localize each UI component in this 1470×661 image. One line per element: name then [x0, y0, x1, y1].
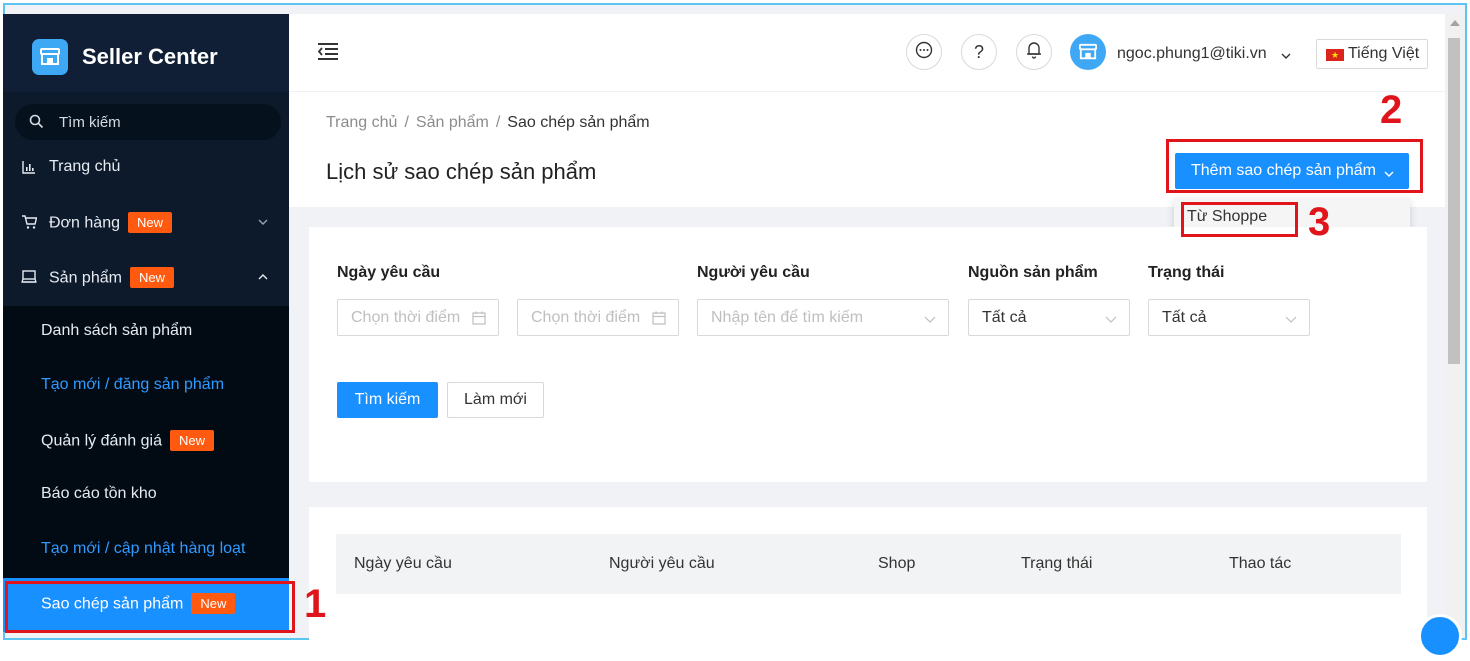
breadcrumb-current: Sao chép sản phẩm [507, 114, 650, 131]
column-header: Shop [878, 555, 916, 572]
status-value: Tất cả [1162, 309, 1207, 326]
sidebar-item-create-product[interactable]: Tạo mới / đăng sản phẩm [3, 360, 289, 414]
notification-button[interactable] [1016, 34, 1052, 70]
source-value: Tất cả [982, 309, 1027, 326]
annotation-number-2: 2 [1380, 88, 1403, 132]
cart-icon [21, 214, 38, 235]
date-to-placeholder: Chọn thời điểm [531, 309, 641, 326]
sidebar-item-label: Đơn hàng [49, 214, 120, 232]
date-from-placeholder: Chọn thời điểm [351, 309, 461, 326]
annotation-number-3: 3 [1308, 200, 1331, 244]
search-placeholder: Tìm kiếm [59, 114, 121, 131]
language-label: Tiếng Việt [1348, 45, 1420, 62]
requester-placeholder: Nhập tên để tìm kiếm [711, 309, 864, 326]
chat-icon [915, 41, 933, 64]
column-header: Ngày yêu cầu [354, 555, 452, 572]
date-to-picker[interactable]: Chọn thời điểm [517, 299, 679, 336]
new-badge: New [129, 267, 174, 288]
date-filter-label: Ngày yêu cầu [337, 264, 441, 281]
top-header: ? ngoc.phung1@tiki.vn ★ Tiếng Việt [289, 14, 1445, 92]
sidebar-item-label: Danh sách sản phẩm [41, 322, 193, 339]
history-table: Ngày yêu cầu Người yêu cầu Shop Trạng th… [309, 507, 1427, 647]
scrollbar[interactable] [1445, 14, 1465, 638]
sidebar-item-label: Trang chủ [49, 158, 121, 175]
brand-title: Seller Center [82, 44, 218, 69]
chevron-down-icon [257, 215, 269, 233]
column-header: Trạng thái [1021, 555, 1093, 572]
breadcrumb-products[interactable]: Sản phẩm [416, 114, 489, 131]
column-header: Người yêu cầu [609, 555, 715, 572]
source-filter-label: Nguồn sản phẩm [968, 264, 1098, 281]
sidebar-item-orders[interactable]: Đơn hàng New [3, 197, 289, 251]
breadcrumb-separator: / [404, 114, 409, 131]
sidebar-item-home[interactable]: Trang chủ [3, 142, 289, 196]
bar-chart-icon [21, 159, 37, 180]
sidebar-item-label: Quản lý đánh giá [41, 432, 162, 450]
new-badge: New [169, 430, 214, 451]
floating-chat-button[interactable] [1418, 614, 1462, 658]
reset-button[interactable]: Làm mới [447, 382, 544, 418]
page-title: Lịch sử sao chép sản phẩm [326, 159, 597, 184]
annotation-box-2 [1166, 139, 1423, 193]
calendar-icon [652, 311, 666, 330]
annotation-box-3 [1181, 202, 1298, 237]
sidebar-item-label: Tạo mới / cập nhật hàng loạt [41, 540, 246, 557]
status-select[interactable]: Tất cả [1148, 299, 1310, 336]
sidebar-item-inventory-report[interactable]: Báo cáo tồn kho [3, 469, 289, 523]
store-icon [32, 39, 68, 75]
annotation-box-1 [5, 581, 295, 633]
filter-panel: Ngày yêu cầu Người yêu cầu Nguồn sản phẩ… [309, 227, 1427, 482]
brand: Seller Center [3, 14, 289, 92]
date-from-picker[interactable]: Chọn thời điểm [337, 299, 499, 336]
sidebar-item-label: Tạo mới / đăng sản phẩm [41, 376, 225, 393]
user-email[interactable]: ngoc.phung1@tiki.vn [1117, 45, 1267, 63]
language-selector[interactable]: ★ Tiếng Việt [1316, 39, 1428, 69]
sidebar-search[interactable]: Tìm kiếm [15, 104, 281, 140]
sidebar-item-reviews[interactable]: Quản lý đánh giá New [3, 415, 289, 469]
chevron-down-icon [924, 311, 936, 329]
sidebar-item-label: Báo cáo tồn kho [41, 485, 157, 502]
chevron-down-icon[interactable] [1280, 48, 1292, 66]
sidebar-item-label: Sản phẩm [49, 269, 122, 287]
help-icon: ? [973, 41, 984, 62]
annotation-number-1: 1 [304, 582, 327, 626]
search-button[interactable]: Tìm kiếm [337, 382, 438, 418]
avatar[interactable] [1070, 34, 1106, 70]
breadcrumb-separator: / [495, 114, 501, 131]
calendar-icon [472, 311, 486, 330]
requester-filter-label: Người yêu cầu [697, 264, 810, 281]
chevron-down-icon [1105, 311, 1117, 329]
sidebar-item-bulk-update[interactable]: Tạo mới / cập nhật hàng loạt [3, 524, 289, 578]
column-header: Thao tác [1229, 555, 1292, 572]
chat-button[interactable] [906, 34, 942, 70]
menu-collapse-icon[interactable] [317, 42, 339, 65]
scroll-thumb[interactable] [1448, 38, 1460, 364]
sidebar-item-products[interactable]: Sản phẩm New [3, 252, 289, 306]
new-badge: New [127, 212, 172, 233]
sidebar-item-product-list[interactable]: Danh sách sản phẩm [3, 306, 289, 360]
vietnam-flag-icon: ★ [1326, 49, 1344, 61]
laptop-icon [21, 269, 37, 290]
search-icon [29, 114, 44, 134]
chevron-up-icon [257, 270, 269, 288]
requester-select[interactable]: Nhập tên để tìm kiếm [697, 299, 949, 336]
source-select[interactable]: Tất cả [968, 299, 1130, 336]
scroll-up-arrow[interactable] [1450, 20, 1460, 26]
bell-icon [1026, 41, 1042, 64]
breadcrumb-home[interactable]: Trang chủ [326, 114, 397, 131]
chevron-down-icon [1285, 311, 1297, 329]
sidebar: Seller Center Tìm kiếm Trang chủ Đơn hàn… [3, 14, 289, 632]
table-header: Ngày yêu cầu Người yêu cầu Shop Trạng th… [336, 534, 1401, 594]
status-filter-label: Trạng thái [1148, 264, 1225, 281]
breadcrumb: Trang chủ / Sản phẩm / Sao chép sản phẩm [326, 114, 650, 132]
help-button[interactable]: ? [961, 34, 997, 70]
